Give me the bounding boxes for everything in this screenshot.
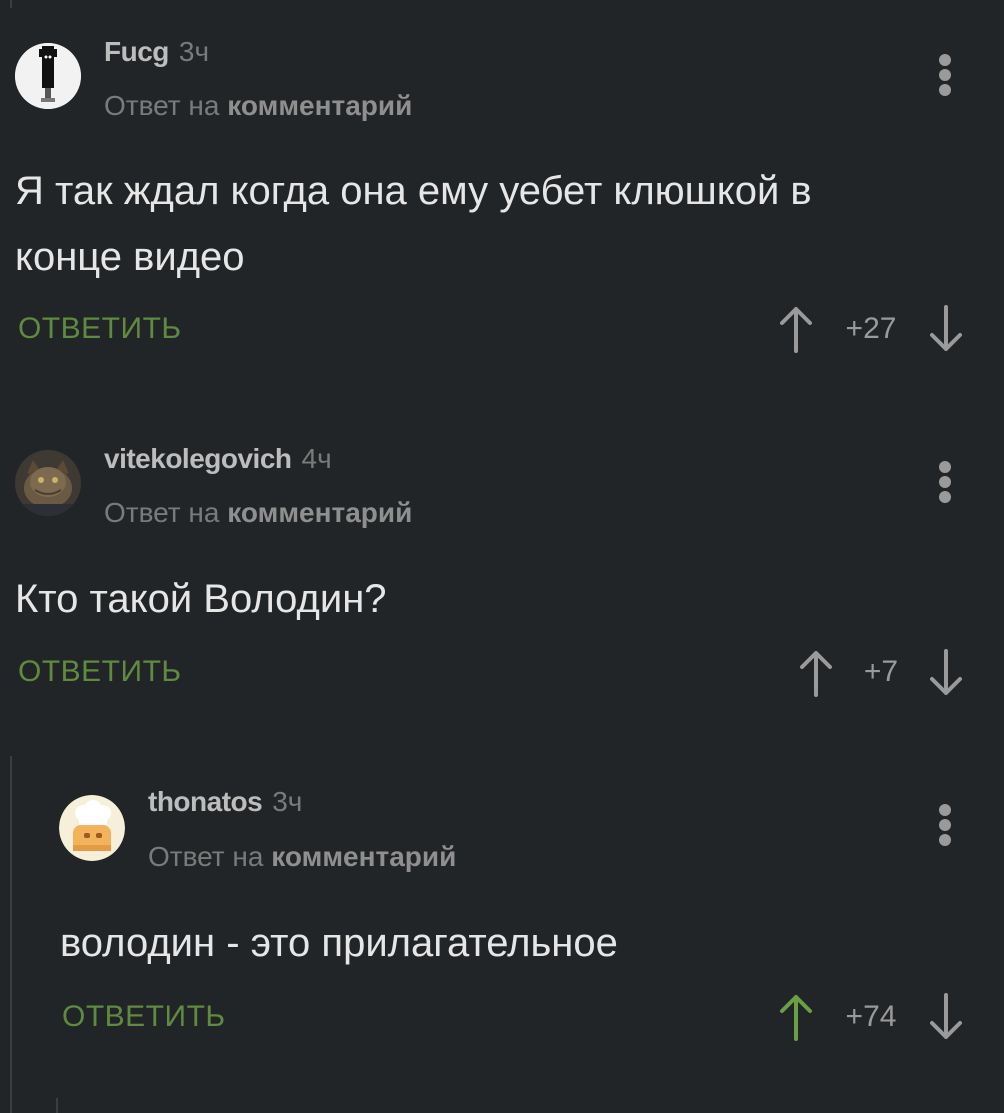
author-name[interactable]: thonatos <box>148 786 263 817</box>
more-options-icon[interactable] <box>935 52 955 98</box>
reply-button[interactable]: ОТВЕТИТЬ <box>18 655 182 689</box>
reply-to-prefix: Ответ на <box>148 841 264 872</box>
more-options-icon[interactable] <box>935 459 955 505</box>
downvote-button[interactable] <box>928 305 964 353</box>
author-name[interactable]: Fucg <box>104 36 169 67</box>
arrow-down-icon <box>930 993 962 1039</box>
comment-time: 4ч <box>301 443 332 474</box>
vote-score: +7 <box>863 655 899 688</box>
thread-line-nested-inner <box>56 1098 58 1113</box>
comment-text-line: конце видео <box>15 235 245 279</box>
upvote-button[interactable] <box>778 993 814 1041</box>
comment-text-line: Кто такой Володин? <box>15 577 387 621</box>
comment-text: Кто такой Володин? <box>15 566 387 632</box>
vote-score: +74 <box>845 1000 897 1033</box>
chef-emoji-avatar-icon <box>59 795 125 861</box>
comment-time: 3ч <box>272 786 303 817</box>
author-line: Fucg 3ч <box>104 36 209 68</box>
more-options-icon[interactable] <box>935 802 955 848</box>
upvote-button[interactable] <box>798 649 834 697</box>
comment-text: володин - это прилагательное <box>60 910 618 976</box>
downvote-button[interactable] <box>928 649 964 697</box>
reply-to-prefix: Ответ на <box>104 497 220 528</box>
reply-to-line: Ответ на комментарий <box>104 90 412 122</box>
avatar[interactable] <box>15 43 81 109</box>
author-name[interactable]: vitekolegovich <box>104 443 292 474</box>
black-figure-avatar-icon <box>15 43 81 109</box>
author-line: thonatos 3ч <box>148 786 302 818</box>
reply-to-line: Ответ на комментарий <box>104 497 412 529</box>
reply-to-line: Ответ на комментарий <box>148 841 456 873</box>
reply-to-link[interactable]: комментарий <box>227 90 412 121</box>
arrow-down-icon <box>930 305 962 351</box>
reply-to-link[interactable]: комментарий <box>271 841 456 872</box>
arrow-up-icon <box>780 995 812 1041</box>
reply-to-prefix: Ответ на <box>104 90 220 121</box>
upvote-button[interactable] <box>778 305 814 353</box>
comment-text-line: Я так ждал когда она ему уебет клюшкой в <box>15 169 812 213</box>
avatar[interactable] <box>15 450 81 516</box>
thread-line-top <box>10 0 12 8</box>
comment-time: 3ч <box>178 36 210 67</box>
arrow-up-icon <box>800 651 832 697</box>
arrow-up-icon <box>780 307 812 353</box>
reply-button[interactable]: ОТВЕТИТЬ <box>62 1000 226 1034</box>
vote-score: +27 <box>845 312 897 345</box>
arrow-down-icon <box>930 649 962 695</box>
reply-to-link[interactable]: комментарий <box>227 497 412 528</box>
thread-line-nested <box>10 756 12 1113</box>
cat-photo-avatar-icon <box>15 450 81 516</box>
comment-text: Я так ждал когда она ему уебет клюшкой в… <box>15 158 812 290</box>
author-line: vitekolegovich 4ч <box>104 443 332 475</box>
comment-text-line: володин - это прилагательное <box>60 921 618 965</box>
avatar[interactable] <box>59 795 125 861</box>
reply-button[interactable]: ОТВЕТИТЬ <box>18 312 182 346</box>
downvote-button[interactable] <box>928 993 964 1041</box>
